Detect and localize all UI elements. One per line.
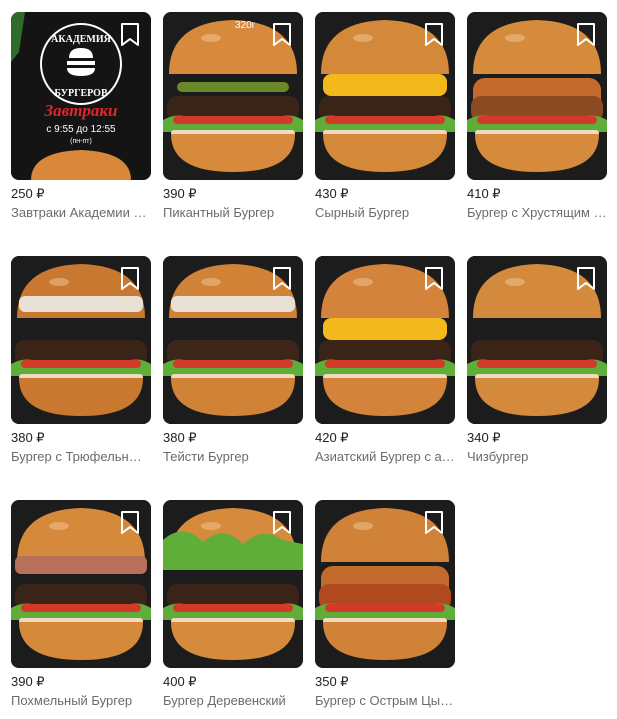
product-price: 420 ₽ [315,430,349,445]
product-price: 350 ₽ [315,674,349,689]
bookmark-icon[interactable] [271,266,293,292]
product-image[interactable] [467,256,607,424]
product-title[interactable]: Бургер Деревенский [163,693,303,708]
product-price: 410 ₽ [467,186,501,201]
bookmark-icon[interactable] [423,22,445,48]
product-image[interactable] [467,12,607,180]
product-price: 390 ₽ [11,674,45,689]
product-image[interactable] [163,256,303,424]
product-card[interactable]: 410 ₽ Бургер с Хрустящим цыпленком [467,12,607,222]
product-card[interactable]: 340 ₽ Чизбургер [467,256,607,466]
bookmark-icon[interactable] [423,266,445,292]
product-price: 250 ₽ [11,186,45,201]
product-title[interactable]: Завтраки Академии Бургеров [11,205,151,220]
bookmark-icon[interactable] [119,22,141,48]
product-image[interactable] [315,12,455,180]
bookmark-icon[interactable] [575,266,597,292]
promo-headline: Завтраки [43,101,117,120]
product-title[interactable]: Бургер с Хрустящим цыпленком [467,205,607,220]
product-title[interactable]: Бургер с Острым Цыпленком [315,693,455,708]
promo-brand-top: АКАДЕМИЯ [51,34,111,45]
product-title[interactable]: Пикантный Бургер [163,205,303,220]
product-card[interactable]: 380 ₽ Тейсти Бургер [163,256,303,466]
product-price: 430 ₽ [315,186,349,201]
product-image[interactable] [315,500,455,668]
product-price: 380 ₽ [163,430,197,445]
bookmark-icon[interactable] [271,22,293,48]
product-card[interactable]: 320г 390 ₽ Пикантный Бургер [163,12,303,222]
bookmark-icon[interactable] [119,510,141,536]
bookmark-icon[interactable] [575,22,597,48]
product-title[interactable]: Похмельный Бургер [11,693,151,708]
product-image[interactable] [11,500,151,668]
bookmark-icon[interactable] [423,510,445,536]
product-title[interactable]: Тейсти Бургер [163,449,303,464]
product-image[interactable]: 320г [163,12,303,180]
promo-hours: с 9:55 до 12:55 [46,124,116,135]
product-price: 390 ₽ [163,186,197,201]
product-card[interactable]: 420 ₽ Азиатский Бургер с ананасом [315,256,455,466]
svg-text:320г: 320г [235,20,256,31]
product-card[interactable]: 380 ₽ Бургер с Трюфельным соусом [11,256,151,466]
product-image[interactable] [163,500,303,668]
bookmark-icon[interactable] [119,266,141,292]
product-price: 380 ₽ [11,430,45,445]
product-card[interactable]: 390 ₽ Похмельный Бургер [11,500,151,710]
product-image[interactable] [11,256,151,424]
promo-days: (пн-пт) [70,138,92,145]
product-card[interactable]: 430 ₽ Сырный Бургер [315,12,455,222]
promo-brand-bottom: БУРГЕРОВ [54,88,108,99]
bookmark-icon[interactable] [271,510,293,536]
product-title[interactable]: Сырный Бургер [315,205,455,220]
product-card[interactable]: 400 ₽ Бургер Деревенский [163,500,303,710]
product-price: 340 ₽ [467,430,501,445]
product-image[interactable] [315,256,455,424]
product-title[interactable]: Азиатский Бургер с ананасом [315,449,455,464]
product-card[interactable]: 350 ₽ Бургер с Острым Цыпленком [315,500,455,710]
product-image[interactable]: АКАДЕМИЯ БУРГЕРОВ Завтраки с 9:55 до 12:… [11,12,151,180]
product-title[interactable]: Чизбургер [467,449,607,464]
product-card[interactable]: АКАДЕМИЯ БУРГЕРОВ Завтраки с 9:55 до 12:… [11,12,151,222]
product-title[interactable]: Бургер с Трюфельным соусом [11,449,151,464]
product-price: 400 ₽ [163,674,197,689]
